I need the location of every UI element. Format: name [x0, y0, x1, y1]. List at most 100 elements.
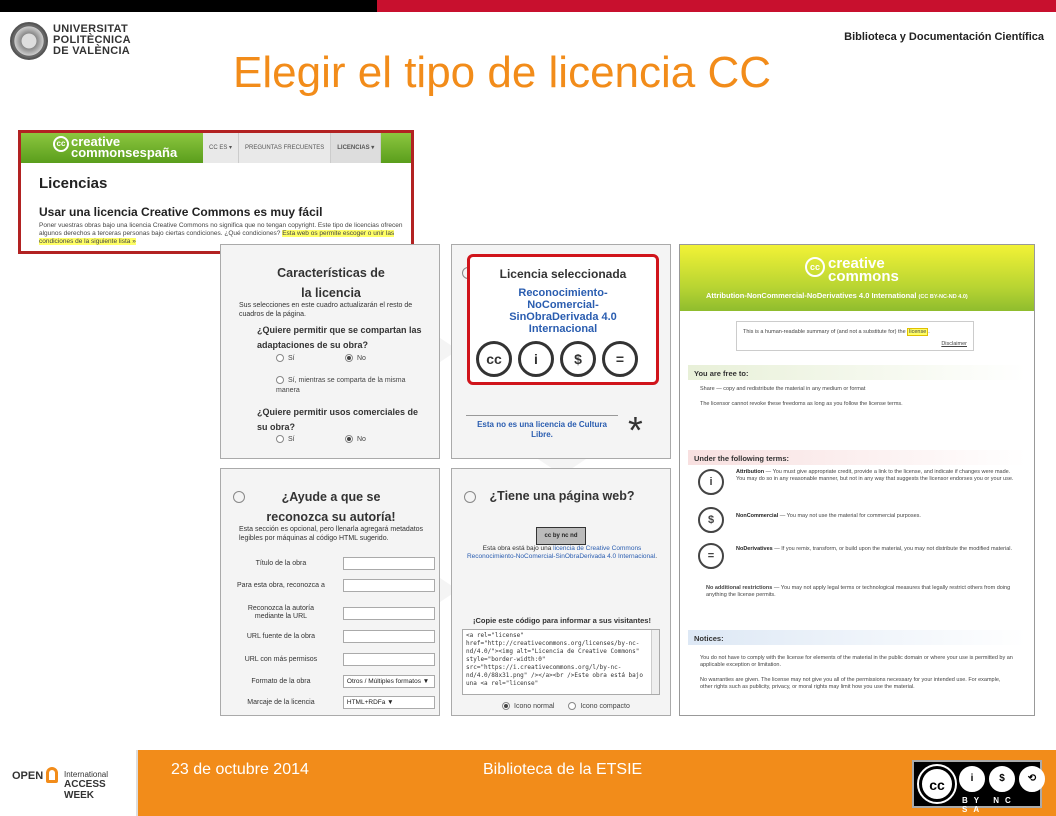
slide-title: Elegir el tipo de licencia CC [233, 48, 772, 97]
disclaimer-link[interactable]: Disclaimer [941, 340, 967, 348]
characteristics-panel: Características de la licencia Sus selec… [220, 244, 440, 459]
no-additional-restrictions: No additional restrictions — You may not… [706, 585, 1011, 598]
markup-select[interactable]: HTML+RDFa ▼ [342, 696, 435, 709]
cc-deed-screenshot: cc creative commons Attribution-NonCommer… [679, 244, 1035, 716]
q2-option-no[interactable]: No [345, 435, 366, 443]
embed-code-textarea[interactable]: <a rel="license" href="http://creativeco… [462, 629, 660, 695]
radio-button[interactable] [276, 376, 284, 385]
radio-button-selected[interactable] [345, 354, 353, 362]
deed-license-name: Attribution-NonCommercial-NoDerivatives … [706, 291, 968, 300]
upv-logo: UNIVERSITAT POLITÈCNICA DE VALÈNCIA [10, 20, 131, 64]
cc-by-nc-sa-badge: cc i $ ⟲ BY NC SA [912, 760, 1045, 814]
nd-icon: = [602, 341, 638, 377]
deed-header: cc creative commons Attribution-NonCommer… [680, 245, 1034, 311]
field-markup: Marcaje de la licencia HTML+RDFa ▼ [235, 696, 435, 709]
website-license-text: Esta obra está bajo una licencia de Crea… [466, 545, 658, 560]
cc-spain-tabs: CC ES ▾ PREGUNTAS FRECUENTES LICENCIAS ▾ [203, 133, 382, 163]
open-lock-icon [46, 767, 58, 783]
field-title: Título de la obra [235, 557, 435, 570]
share-text: Share — copy and redistribute the materi… [700, 386, 866, 392]
term-noncommercial: $ NonCommercial — You may not use the ma… [698, 507, 1014, 533]
deed-summary-box: This is a human-readable summary of (and… [736, 321, 974, 351]
more-permissions-input[interactable] [342, 653, 435, 666]
radio-button[interactable] [276, 354, 284, 362]
selected-license-name[interactable]: Reconocimiento-NoComercial-SinObraDeriva… [470, 287, 656, 335]
characteristics-intro: Sus selecciones en este cuadro actualiza… [239, 302, 413, 318]
tab-licencias[interactable]: LICENCIAS ▾ [331, 133, 382, 163]
website-panel: ¿Tiene una página web? cc by nc nd Esta … [451, 468, 671, 716]
cc-by-nc-nd-badge-icon: cc by nc nd [536, 527, 586, 545]
nc-icon: $ [560, 341, 596, 377]
asterisk-icon: * [628, 410, 643, 452]
term-noderivatives: = NoDerivatives — If you remix, transfor… [698, 543, 1014, 569]
cc-spain-navbar: cc creative commonsespaña CC ES ▾ PREGUN… [21, 133, 411, 163]
noderivatives-icon: = [698, 543, 724, 569]
by-icon: i [518, 341, 554, 377]
characteristics-title: Características de la licencia [277, 266, 385, 300]
radio-button-selected[interactable] [345, 435, 353, 443]
revoke-text: The licensor cannot revoke these freedom… [700, 401, 903, 407]
icon-size-options: Icono normal Icono compacto [502, 702, 630, 710]
icon-normal-option[interactable]: Icono normal [502, 702, 554, 710]
website-title: ¿Tiene una página web? [489, 489, 635, 503]
free-section: You are free to: Share — copy and redist… [688, 365, 1026, 408]
selected-license-title: Licencia seleccionada [499, 267, 627, 281]
q1-option-sharealike[interactable]: Sí, mientras se comparta de la misma man… [276, 376, 426, 396]
notices-title: Notices: [688, 630, 1026, 645]
top-bar [0, 0, 1056, 12]
cc-icon: cc [917, 764, 957, 804]
licencias-heading: Licencias [39, 175, 108, 192]
licencias-intro: Poner vuestras obras bajo una licencia C… [39, 222, 403, 245]
attribute-input[interactable] [342, 579, 435, 592]
field-more-permissions: URL con más permisos [235, 653, 435, 666]
question-commercial: ¿Quiere permitir usos comerciales de su … [257, 407, 419, 432]
attribution-url-input[interactable] [342, 606, 435, 620]
format-select[interactable]: Otros / Múltiples formatos ▼ [342, 675, 435, 688]
notice-2: No warranties are given. The license may… [700, 677, 1001, 690]
top-bar-accent [377, 0, 1056, 12]
q1-option-yes[interactable]: Sí [276, 354, 295, 362]
cc-logo-icon: cc [805, 257, 825, 277]
q1-option-no[interactable]: No [345, 354, 366, 362]
footer-date: 23 de octubre 2014 [171, 761, 309, 778]
tab-cc-es[interactable]: CC ES ▾ [203, 133, 240, 163]
upv-seal-icon [10, 22, 48, 60]
title-input[interactable] [342, 557, 435, 570]
q2-option-yes[interactable]: Sí [276, 435, 295, 443]
authorship-intro: Esta sección es opcional, pero llenarla … [239, 526, 424, 542]
cc-logo[interactable]: cc creative commons [805, 256, 899, 284]
cc-spain-screenshot: cc creative commonsespaña CC ES ▾ PREGUN… [18, 130, 414, 254]
selected-license-panel: Licencia seleccionada Reconocimiento-NoC… [451, 244, 671, 459]
source-url-input[interactable] [342, 630, 435, 643]
noncommercial-icon: $ [698, 507, 724, 533]
field-attribution-url: Reconozca la autoría mediante la URL [235, 605, 435, 621]
terms-section: Under the following terms: [688, 450, 1026, 465]
attribution-icon: i [698, 469, 724, 495]
cc-icon: cc [476, 341, 512, 377]
cc-badge-labels: BY NC SA [962, 796, 1017, 814]
code-scrollbar[interactable] [651, 630, 659, 694]
cc-logo-icon: cc [53, 136, 69, 152]
license-link[interactable]: license [907, 328, 929, 336]
tab-preguntas[interactable]: PREGUNTAS FRECUENTES [239, 133, 332, 163]
university-name: UNIVERSITAT POLITÈCNICA DE VALÈNCIA [53, 23, 131, 57]
term-attribution: i Attribution — You must give appropriat… [698, 469, 1014, 495]
license-icons: cc i $ = [476, 341, 638, 377]
selected-license-box: Licencia seleccionada Reconocimiento-NoC… [467, 254, 659, 385]
notice-1: You do not have to comply with the licen… [700, 655, 1013, 668]
field-source-url: URL fuente de la obra [235, 630, 435, 643]
question-adaptations: ¿Quiere permitir que se compartan las ad… [257, 325, 422, 350]
field-format: Formato de la obra Otros / Múltiples form… [235, 675, 435, 688]
radio-button[interactable] [276, 435, 284, 443]
icon-compact-option[interactable]: Icono compacto [568, 702, 630, 710]
cc-spain-logo-bottom: commonsespaña [71, 145, 178, 160]
free-culture-note[interactable]: Esta no es una licencia de Cultura Libre… [466, 415, 618, 440]
notices-section: Notices: You do not have to comply with … [688, 630, 1026, 691]
cc-spain-logo[interactable]: cc creative commonsespaña [53, 135, 178, 160]
copy-code-label: ¡Copie este código para informar a sus v… [473, 616, 651, 625]
library-title: Biblioteca y Documentación Científica [844, 31, 1044, 43]
footer: OPEN International ACCESS WEEK 23 de oct… [0, 750, 1056, 816]
sa-icon: ⟲ [1019, 766, 1045, 792]
free-title: You are free to: [688, 365, 1026, 380]
licencias-subheading: Usar una licencia Creative Commons es mu… [39, 205, 323, 219]
